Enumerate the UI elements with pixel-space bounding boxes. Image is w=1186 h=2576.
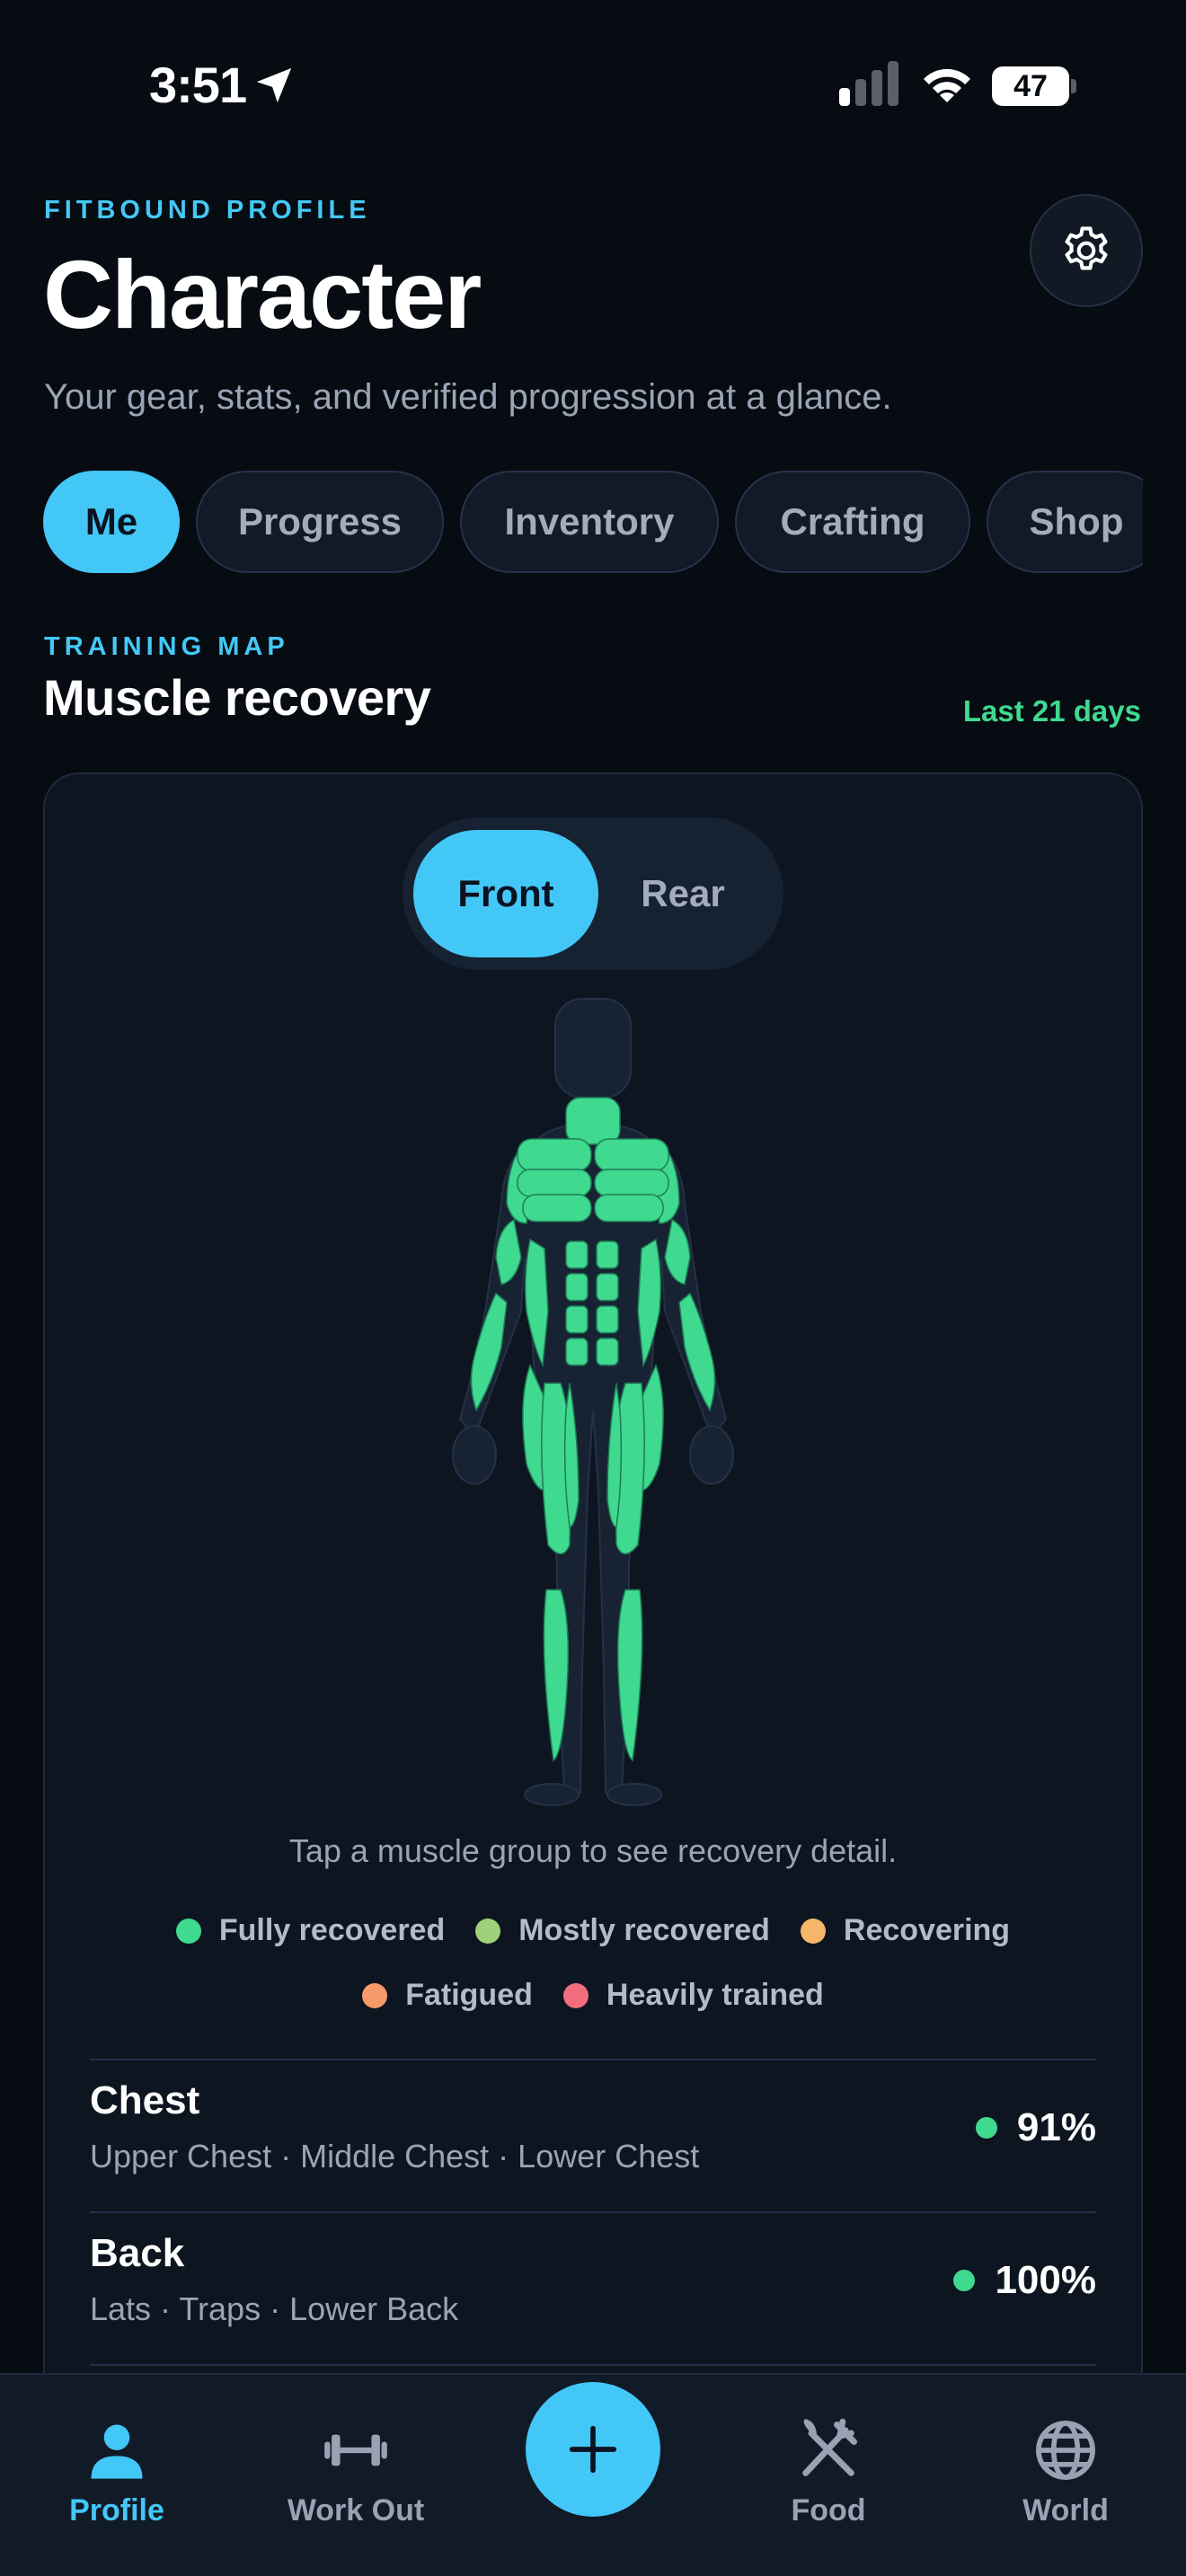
person-icon <box>91 2424 143 2479</box>
abs-1 <box>565 1240 589 1269</box>
legend-recovering: Recovering <box>800 1913 1010 1948</box>
right-oblique <box>637 1238 662 1368</box>
neck-muscle <box>565 1097 621 1145</box>
middle-chest-left <box>517 1169 592 1197</box>
nav-world[interactable]: World <box>976 2416 1155 2528</box>
abs-3 <box>565 1273 589 1301</box>
body-map <box>452 998 734 1806</box>
lower-chest-left <box>522 1194 592 1222</box>
tab-crafting[interactable]: Crafting <box>735 471 970 573</box>
page-subtitle: Your gear, stats, and verified progressi… <box>44 377 892 417</box>
legend-heavily-trained: Heavily trained <box>562 1978 824 2013</box>
legend-fatigued: Fatigued <box>362 1978 533 2013</box>
nav-profile[interactable]: Profile <box>27 2416 207 2528</box>
view-toggle: Front Rear <box>403 817 783 970</box>
wifi-icon <box>924 68 970 102</box>
legend-dot <box>562 1982 589 2008</box>
location-arrow-icon <box>256 67 292 103</box>
abs-5 <box>565 1305 589 1334</box>
muscle-row-chest[interactable]: Chest Upper Chest · Middle Chest · Lower… <box>90 2060 1096 2213</box>
section-eyebrow: TRAINING MAP <box>44 632 289 661</box>
abs-8 <box>596 1337 619 1366</box>
recovery-percent: 100% <box>953 2258 1096 2303</box>
left-oblique <box>524 1238 549 1368</box>
nav-label: Work Out <box>287 2493 425 2527</box>
muscle-name: Back <box>90 2231 185 2275</box>
recovery-status-dot <box>953 2270 976 2291</box>
battery-icon: 47 <box>992 66 1078 106</box>
nav-work-out[interactable]: Work Out <box>266 2416 446 2528</box>
nav-label: Profile <box>69 2493 164 2527</box>
nav-food[interactable]: Food <box>739 2416 918 2528</box>
legend-dot <box>800 1918 826 1944</box>
legend-row-1: Fully recovered Mostly recovered Recover… <box>0 1913 1186 1948</box>
legend-row-2: Fatigued Heavily trained <box>0 1978 1186 2013</box>
legend-dot <box>362 1982 388 2008</box>
upper-chest-right <box>594 1138 669 1172</box>
profile-tabs: Me Progress Inventory Crafting Shop <box>43 471 1143 573</box>
profile-eyebrow: FITBOUND PROFILE <box>44 196 371 225</box>
muscle-row-back[interactable]: Back Lats · Traps · Lower Back 100% <box>90 2213 1096 2366</box>
muscle-parts: Upper Chest · Middle Chest · Lower Chest <box>90 2138 700 2175</box>
add-button[interactable] <box>526 2382 660 2517</box>
status-time: 3:51 <box>149 57 247 113</box>
page-title: Character <box>43 240 482 348</box>
tab-inventory[interactable]: Inventory <box>460 471 719 573</box>
legend-dot <box>175 1918 201 1944</box>
recovery-status-dot <box>975 2117 997 2139</box>
section-title: Muscle recovery <box>43 669 431 726</box>
upper-chest-left <box>517 1138 592 1172</box>
tab-me[interactable]: Me <box>43 471 180 573</box>
muscle-name: Chest <box>90 2078 200 2122</box>
battery-level: 47 <box>1013 69 1048 103</box>
abs-6 <box>596 1305 619 1334</box>
divider <box>90 2364 1096 2366</box>
legend-dot <box>475 1918 501 1944</box>
gear-icon <box>1065 226 1108 270</box>
abs-4 <box>596 1273 619 1301</box>
middle-chest-right <box>594 1169 669 1197</box>
settings-button[interactable] <box>1030 194 1143 307</box>
nav-label: Food <box>791 2493 866 2527</box>
rear-view-button[interactable]: Rear <box>593 830 773 957</box>
nav-label: World <box>1022 2493 1109 2527</box>
muscle-parts: Lats · Traps · Lower Back <box>90 2290 459 2327</box>
body-map-hint: Tap a muscle group to see recovery detai… <box>288 1832 898 1869</box>
legend-fully-recovered: Fully recovered <box>175 1913 445 1948</box>
status-bar: 3:51 47 <box>0 0 1186 171</box>
legend-mostly-recovered: Mostly recovered <box>475 1913 770 1948</box>
abs-7 <box>565 1337 589 1366</box>
lower-chest-right <box>594 1194 664 1222</box>
tab-shop[interactable]: Shop <box>987 471 1143 573</box>
recovery-percent: 91% <box>975 2105 1096 2150</box>
cellular-signal-icon <box>839 61 898 106</box>
fork-knife-icon <box>802 2418 857 2476</box>
dumbbell-icon <box>324 2434 387 2466</box>
globe-icon <box>1036 2421 1095 2480</box>
date-range-label[interactable]: Last 21 days <box>963 694 1141 728</box>
tab-progress[interactable]: Progress <box>196 471 444 573</box>
front-view-button[interactable]: Front <box>413 830 598 957</box>
abs-2 <box>596 1240 619 1269</box>
plus-icon <box>569 2425 617 2474</box>
